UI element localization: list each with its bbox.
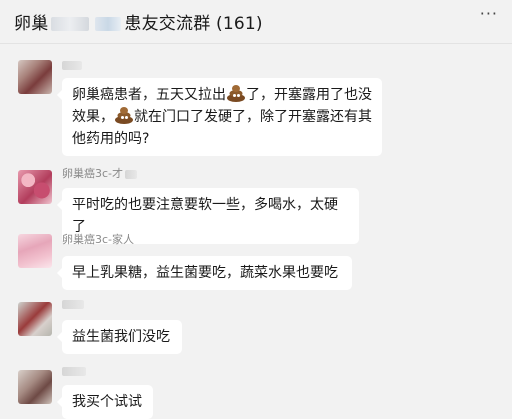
message-text: 早上乳果糖，益生菌要吃，蔬菜水果也要吃: [72, 265, 338, 281]
message-text: 益生菌我们没吃: [72, 329, 170, 345]
message-bubble[interactable]: 我买个试试: [57, 385, 153, 419]
group-title-suffix: 患友交流群 (161): [124, 14, 263, 34]
sender-name: 卵巢癌3c-才: [62, 165, 138, 181]
message-text: 就在门口了发硬了，除了开塞露还有其: [134, 109, 372, 125]
more-dots-icon[interactable]: ···: [480, 4, 498, 23]
message-text: 了，开塞露用了也没: [246, 87, 372, 103]
message-text: 他药用的吗?: [72, 131, 150, 147]
redacted-blur: [51, 17, 90, 31]
sender-name-text: 卵巢癌3c-家人: [62, 233, 135, 246]
sender-avatar[interactable]: [18, 170, 52, 204]
sender-name: 卵巢癌3c-家人: [62, 231, 134, 247]
sender-avatar[interactable]: [18, 234, 52, 268]
sender-name-text: 卵巢癌3c-才: [62, 167, 124, 180]
redacted-blur: [62, 60, 82, 70]
message-bubble[interactable]: 卵巢癌患者，五天又拉出 了，开塞露用了也没 效果， 就在门口了发硬了，除了开塞露还有…: [57, 78, 382, 156]
sender-name: [62, 58, 82, 71]
sender-name: [62, 297, 84, 310]
redacted-blur: [62, 366, 86, 376]
message-text: 我买个试试: [72, 394, 142, 410]
message-bubble[interactable]: 早上乳果糖，益生菌要吃，蔬菜水果也要吃: [57, 256, 352, 290]
pile-of-poo-icon: [115, 106, 133, 124]
message-text: 卵巢癌患者，五天又拉出: [72, 87, 226, 103]
message-bubble[interactable]: 益生菌我们没吃: [57, 320, 182, 354]
pile-of-poo-icon: [227, 84, 245, 102]
message-text: 效果，: [72, 109, 114, 125]
message-text: 平时吃的也要注意要软一些，多喝水，太硬了: [72, 197, 338, 235]
redacted-blur: [95, 17, 122, 31]
group-title-prefix: 卵巢: [14, 14, 49, 34]
sender-name: [62, 364, 86, 377]
chat-header: 卵巢 患友交流群 (161) ···: [0, 0, 512, 44]
sender-avatar[interactable]: [18, 60, 52, 94]
sender-avatar[interactable]: [18, 302, 52, 336]
group-title: 卵巢 患友交流群 (161): [14, 9, 263, 34]
redacted-blur: [125, 169, 138, 179]
sender-avatar[interactable]: [18, 370, 52, 404]
redacted-blur: [62, 299, 84, 309]
